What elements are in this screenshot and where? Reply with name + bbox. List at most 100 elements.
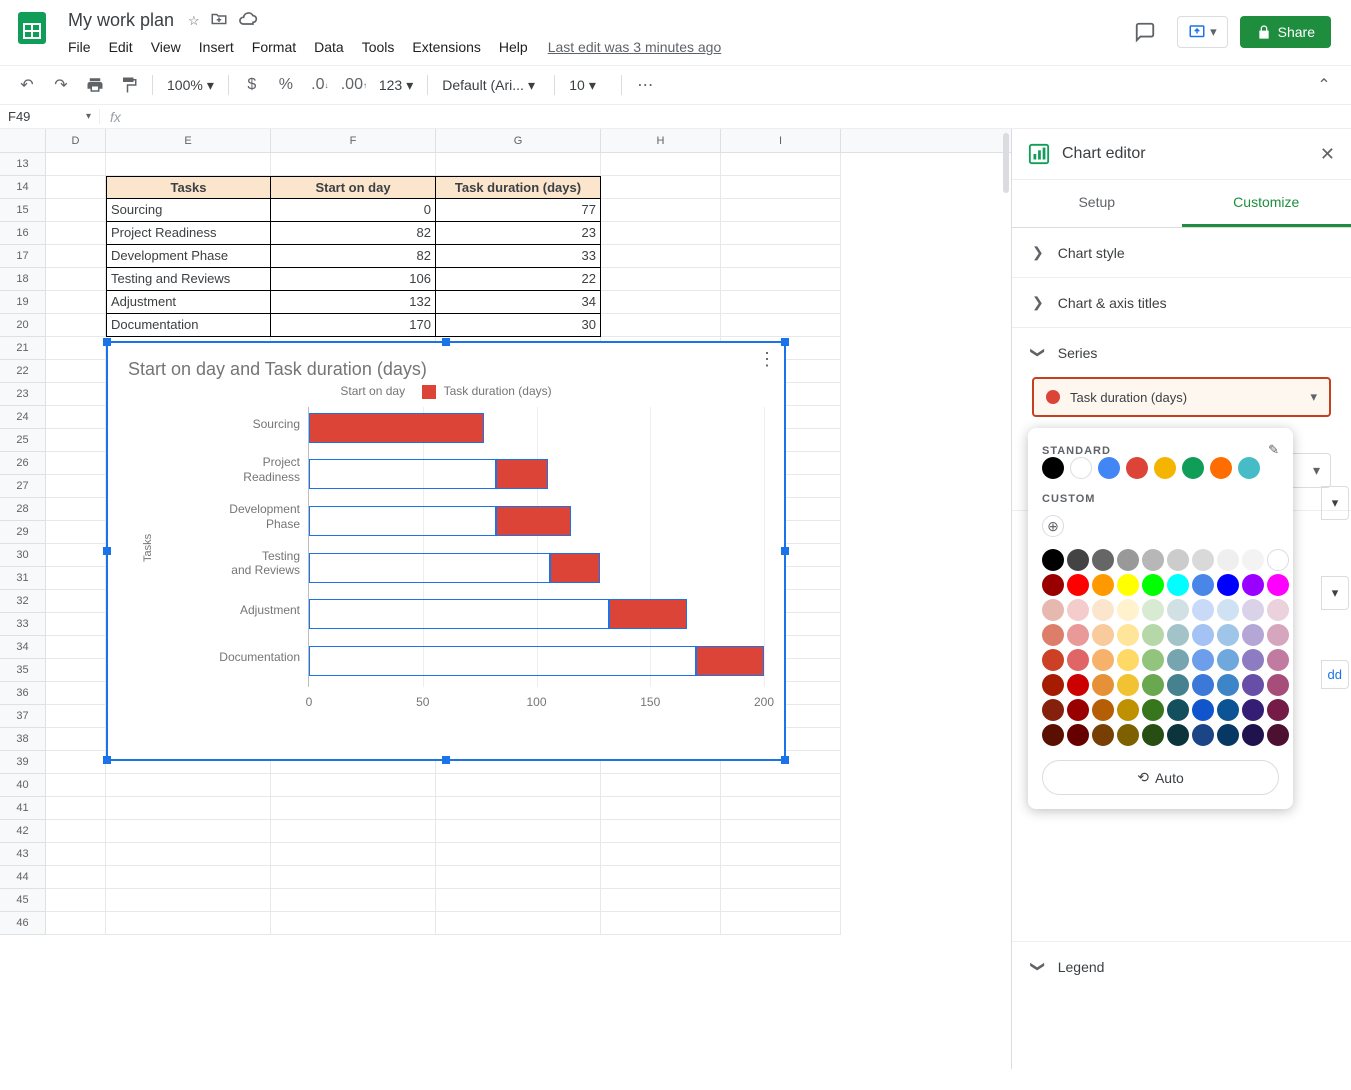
row-header[interactable]: 32 xyxy=(0,590,46,613)
col-header[interactable]: E xyxy=(106,129,271,152)
resize-handle[interactable] xyxy=(103,338,111,346)
color-swatch[interactable] xyxy=(1217,599,1239,621)
bar-segment[interactable] xyxy=(309,646,696,676)
bar-segment[interactable] xyxy=(496,506,571,536)
color-swatch[interactable] xyxy=(1067,599,1089,621)
color-swatch[interactable] xyxy=(1242,574,1264,596)
menu-extensions[interactable]: Extensions xyxy=(404,35,488,59)
cell[interactable] xyxy=(271,153,436,176)
row-header[interactable]: 17 xyxy=(0,245,46,268)
bar-segment[interactable] xyxy=(309,413,484,443)
decrease-decimal-icon[interactable]: .0↓ xyxy=(305,70,335,100)
cell[interactable] xyxy=(46,337,106,360)
color-swatch[interactable] xyxy=(1042,549,1064,571)
row-header[interactable]: 31 xyxy=(0,567,46,590)
cell[interactable] xyxy=(46,245,106,268)
cell[interactable] xyxy=(436,797,601,820)
color-swatch[interactable] xyxy=(1167,724,1189,746)
color-swatch[interactable] xyxy=(1117,574,1139,596)
color-swatch[interactable] xyxy=(1042,674,1064,696)
color-swatch[interactable] xyxy=(1067,724,1089,746)
color-swatch[interactable] xyxy=(1142,699,1164,721)
color-swatch[interactable] xyxy=(1167,549,1189,571)
cell[interactable] xyxy=(721,291,841,314)
cell[interactable] xyxy=(601,153,721,176)
cell[interactable] xyxy=(721,176,841,199)
color-swatch[interactable] xyxy=(1242,649,1264,671)
col-header[interactable]: I xyxy=(721,129,841,152)
row-header[interactable]: 13 xyxy=(0,153,46,176)
color-swatch[interactable] xyxy=(1092,574,1114,596)
row-header[interactable]: 41 xyxy=(0,797,46,820)
color-swatch[interactable] xyxy=(1092,674,1114,696)
row-header[interactable]: 46 xyxy=(0,912,46,935)
color-swatch[interactable] xyxy=(1192,724,1214,746)
color-swatch[interactable] xyxy=(1092,724,1114,746)
paint-format-icon[interactable] xyxy=(114,70,144,100)
cell[interactable] xyxy=(46,521,106,544)
share-button[interactable]: Share xyxy=(1240,16,1331,48)
cell[interactable]: Tasks xyxy=(106,176,271,199)
cell[interactable] xyxy=(601,268,721,291)
cell[interactable] xyxy=(601,797,721,820)
cell[interactable] xyxy=(721,153,841,176)
color-swatch[interactable] xyxy=(1092,599,1114,621)
color-swatch[interactable] xyxy=(1117,599,1139,621)
more-icon[interactable]: ⋯ xyxy=(630,70,660,100)
cell[interactable]: 82 xyxy=(271,222,436,245)
color-swatch[interactable] xyxy=(1067,674,1089,696)
cell[interactable] xyxy=(106,153,271,176)
color-swatch[interactable] xyxy=(1267,624,1289,646)
row-header[interactable]: 35 xyxy=(0,659,46,682)
cell[interactable] xyxy=(46,314,106,337)
bar-segment[interactable] xyxy=(309,459,496,489)
color-swatch[interactable] xyxy=(1267,549,1289,571)
color-swatch[interactable] xyxy=(1192,624,1214,646)
color-swatch[interactable] xyxy=(1142,724,1164,746)
color-swatch[interactable] xyxy=(1117,649,1139,671)
resize-handle[interactable] xyxy=(781,756,789,764)
cell[interactable] xyxy=(436,774,601,797)
cell[interactable] xyxy=(601,291,721,314)
format-select[interactable]: 123▾ xyxy=(373,73,419,98)
cell[interactable] xyxy=(721,797,841,820)
color-swatch[interactable] xyxy=(1242,549,1264,571)
cell[interactable]: 132 xyxy=(271,291,436,314)
color-swatch[interactable] xyxy=(1242,674,1264,696)
cell[interactable] xyxy=(46,705,106,728)
edit-icon[interactable]: ✎ xyxy=(1268,442,1279,458)
cell[interactable] xyxy=(436,843,601,866)
cell[interactable] xyxy=(46,866,106,889)
cell[interactable] xyxy=(46,222,106,245)
cell[interactable] xyxy=(601,820,721,843)
cell[interactable]: Documentation xyxy=(106,314,271,337)
color-swatch[interactable] xyxy=(1217,624,1239,646)
cell[interactable] xyxy=(601,889,721,912)
collapse-toolbar-icon[interactable]: ⌃ xyxy=(1309,70,1339,100)
cell[interactable] xyxy=(106,843,271,866)
menu-format[interactable]: Format xyxy=(244,35,304,59)
cell[interactable] xyxy=(601,866,721,889)
partial-dropdown[interactable]: ▾ xyxy=(1321,576,1349,610)
color-swatch[interactable] xyxy=(1167,574,1189,596)
chart-menu-icon[interactable]: ⋮ xyxy=(758,349,776,370)
color-swatch[interactable] xyxy=(1042,574,1064,596)
cell[interactable] xyxy=(46,383,106,406)
row-header[interactable]: 25 xyxy=(0,429,46,452)
resize-handle[interactable] xyxy=(442,338,450,346)
menu-file[interactable]: File xyxy=(60,35,99,59)
cell[interactable] xyxy=(46,199,106,222)
cell[interactable] xyxy=(46,590,106,613)
color-swatch[interactable] xyxy=(1067,624,1089,646)
bar-segment[interactable] xyxy=(696,646,764,676)
cell[interactable] xyxy=(721,222,841,245)
col-header[interactable]: G xyxy=(436,129,601,152)
cell[interactable] xyxy=(46,751,106,774)
cell[interactable] xyxy=(46,176,106,199)
cell[interactable] xyxy=(721,843,841,866)
row-header[interactable]: 36 xyxy=(0,682,46,705)
cell[interactable]: 22 xyxy=(436,268,601,291)
menu-tools[interactable]: Tools xyxy=(354,35,403,59)
bar-segment[interactable] xyxy=(309,506,496,536)
menu-view[interactable]: View xyxy=(143,35,189,59)
